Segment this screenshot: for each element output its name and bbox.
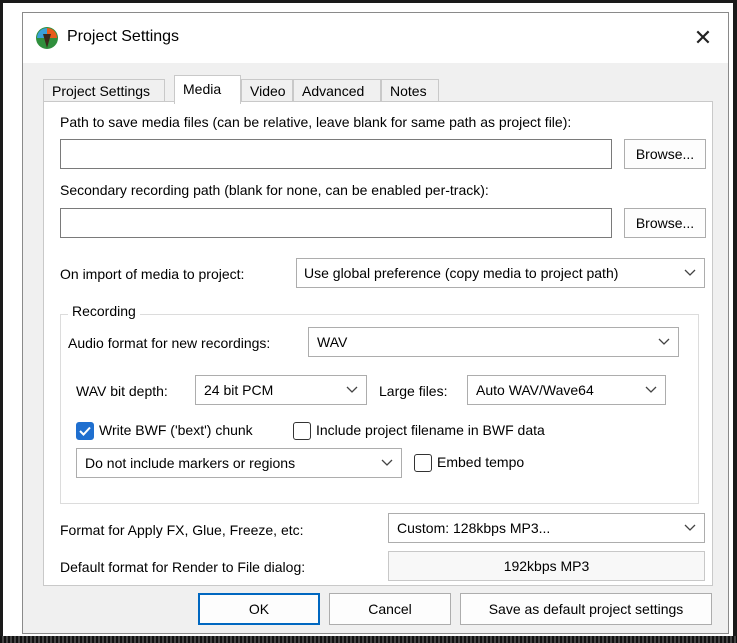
window-edge-right [733,0,737,643]
bit-depth-dropdown[interactable]: 24 bit PCM [195,375,367,405]
chevron-down-icon [346,386,358,393]
recording-group-label: Recording [68,303,140,319]
secondary-path-label: Secondary recording path (blank for none… [60,182,489,198]
import-media-label: On import of media to project: [60,266,245,282]
tab-video[interactable]: Video [241,79,293,103]
reaper-app-icon [36,27,58,49]
write-bwf-checkbox[interactable] [76,422,94,440]
import-media-dropdown[interactable]: Use global preference (copy media to pro… [296,258,705,288]
media-path-label: Path to save media files (can be relativ… [60,114,572,130]
browse-secondary-path-button[interactable]: Browse... [624,208,706,238]
chevron-down-icon [684,269,696,276]
tab-notes[interactable]: Notes [381,79,439,103]
checkmark-icon [79,426,91,436]
bit-depth-value: 24 bit PCM [204,382,274,398]
window-edge-bottom [0,636,737,643]
audio-format-value: WAV [317,334,348,350]
audio-format-label: Audio format for new recordings: [68,335,271,351]
media-path-input[interactable] [60,139,612,169]
chevron-down-icon [645,386,657,393]
render-format-label: Default format for Render to File dialog… [60,559,306,575]
window-edge-top [0,0,737,3]
apply-fx-format-label: Format for Apply FX, Glue, Freeze, etc: [60,522,304,538]
render-format-button[interactable]: 192kbps MP3 [388,551,705,581]
embed-tempo-label: Embed tempo [437,454,525,470]
chevron-down-icon [658,338,670,345]
close-button[interactable]: ✕ [688,23,718,53]
browse-media-path-button[interactable]: Browse... [624,139,706,169]
apply-fx-format-dropdown[interactable]: Custom: 128kbps MP3... [388,513,705,543]
audio-format-dropdown[interactable]: WAV [308,327,679,357]
title-bar[interactable]: Project Settings ✕ [23,13,728,63]
large-files-value: Auto WAV/Wave64 [476,382,594,398]
bit-depth-label: WAV bit depth: [76,383,168,399]
desktop-background: Project Settings ✕ Project Settings Medi… [0,0,737,643]
secondary-path-input[interactable] [60,208,612,238]
save-default-settings-button[interactable]: Save as default project settings [460,593,712,625]
media-tab-panel: Path to save media files (can be relativ… [43,101,713,586]
chevron-down-icon [381,459,393,466]
chevron-down-icon [684,524,696,531]
markers-regions-dropdown[interactable]: Do not include markers or regions [76,448,402,478]
ok-button[interactable]: OK [198,593,320,625]
window-title: Project Settings [67,28,180,45]
large-files-dropdown[interactable]: Auto WAV/Wave64 [467,375,666,405]
tab-media[interactable]: Media [174,75,241,104]
tab-advanced[interactable]: Advanced [293,79,381,103]
embed-tempo-checkbox[interactable] [414,454,432,472]
markers-regions-value: Do not include markers or regions [85,455,296,471]
window-edge-left [0,0,3,643]
include-filename-label: Include project filename in BWF data [316,422,545,438]
import-media-value: Use global preference (copy media to pro… [304,265,619,281]
tab-project-settings[interactable]: Project Settings [43,79,165,103]
apply-fx-format-value: Custom: 128kbps MP3... [397,520,551,536]
project-settings-dialog: Project Settings ✕ Project Settings Medi… [22,12,729,634]
write-bwf-label: Write BWF ('bext') chunk [99,422,253,438]
close-icon: ✕ [693,25,713,50]
include-filename-checkbox[interactable] [293,422,311,440]
cancel-button[interactable]: Cancel [329,593,451,625]
large-files-label: Large files: [379,383,448,399]
